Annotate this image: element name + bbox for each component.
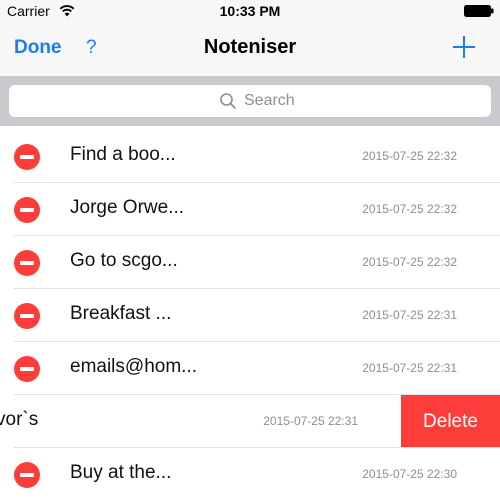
note-title: Breakfast ... (70, 303, 172, 324)
note-title: Jorge Orwe... (70, 197, 185, 218)
list-item[interactable]: emails@hom... 2015-07-25 22:31 (0, 342, 500, 395)
note-date: 2015-07-25 22:32 (362, 255, 457, 269)
list-item[interactable]: Jorge Orwe... 2015-07-25 22:32 (0, 183, 500, 236)
search-icon (220, 93, 236, 109)
list-item[interactable]: Find a boo... 2015-07-25 22:32 (0, 130, 500, 183)
list-item[interactable]: Buy at the... 2015-07-25 22:30 (0, 448, 500, 500)
delete-indicator-icon[interactable] (14, 197, 40, 223)
note-title: Go to scgo... (70, 250, 178, 271)
note-date: 2015-07-25 22:31 (362, 308, 457, 322)
note-title: emails@hom... (70, 356, 197, 377)
list-item[interactable]: Breakfast ... 2015-07-25 22:31 (0, 289, 500, 342)
battery-icon (464, 5, 494, 17)
page-title: Noteniser (203, 36, 297, 58)
note-date: 2015-07-25 22:31 (362, 361, 457, 375)
list-item[interactable]: Go to scgo... 2015-07-25 22:32 (0, 236, 500, 289)
delete-button[interactable]: Delete (401, 395, 500, 448)
app-screen: Carrier 10:33 PM Done ? Noteniser Search (0, 0, 500, 500)
note-date: 2015-07-25 22:31 (263, 414, 358, 428)
search-input[interactable]: Search (9, 85, 491, 117)
delete-indicator-icon[interactable] (14, 144, 40, 170)
delete-indicator-icon[interactable] (14, 303, 40, 329)
status-time: 10:33 PM (219, 3, 281, 19)
note-title: Buy at the... (70, 462, 172, 483)
note-date: 2015-07-25 22:32 (362, 149, 457, 163)
search-bar: Search (0, 76, 500, 126)
notes-list: Find a boo... 2015-07-25 22:32 Jorge Orw… (0, 130, 500, 500)
search-placeholder: Search (244, 92, 295, 109)
delete-indicator-icon[interactable] (14, 250, 40, 276)
note-date: 2015-07-25 22:30 (362, 467, 457, 481)
note-date: 2015-07-25 22:32 (362, 202, 457, 216)
list-item-swiped[interactable]: vor`s 2015-07-25 22:31 Delete (0, 395, 500, 448)
note-title: Find a boo... (70, 144, 176, 165)
status-bar: Carrier 10:33 PM (0, 0, 500, 22)
delete-indicator-icon[interactable] (14, 462, 40, 488)
plus-icon[interactable] (451, 34, 477, 60)
delete-indicator-icon[interactable] (14, 356, 40, 382)
navigation-bar: Done ? Noteniser (0, 22, 500, 76)
note-title: vor`s (0, 409, 39, 430)
